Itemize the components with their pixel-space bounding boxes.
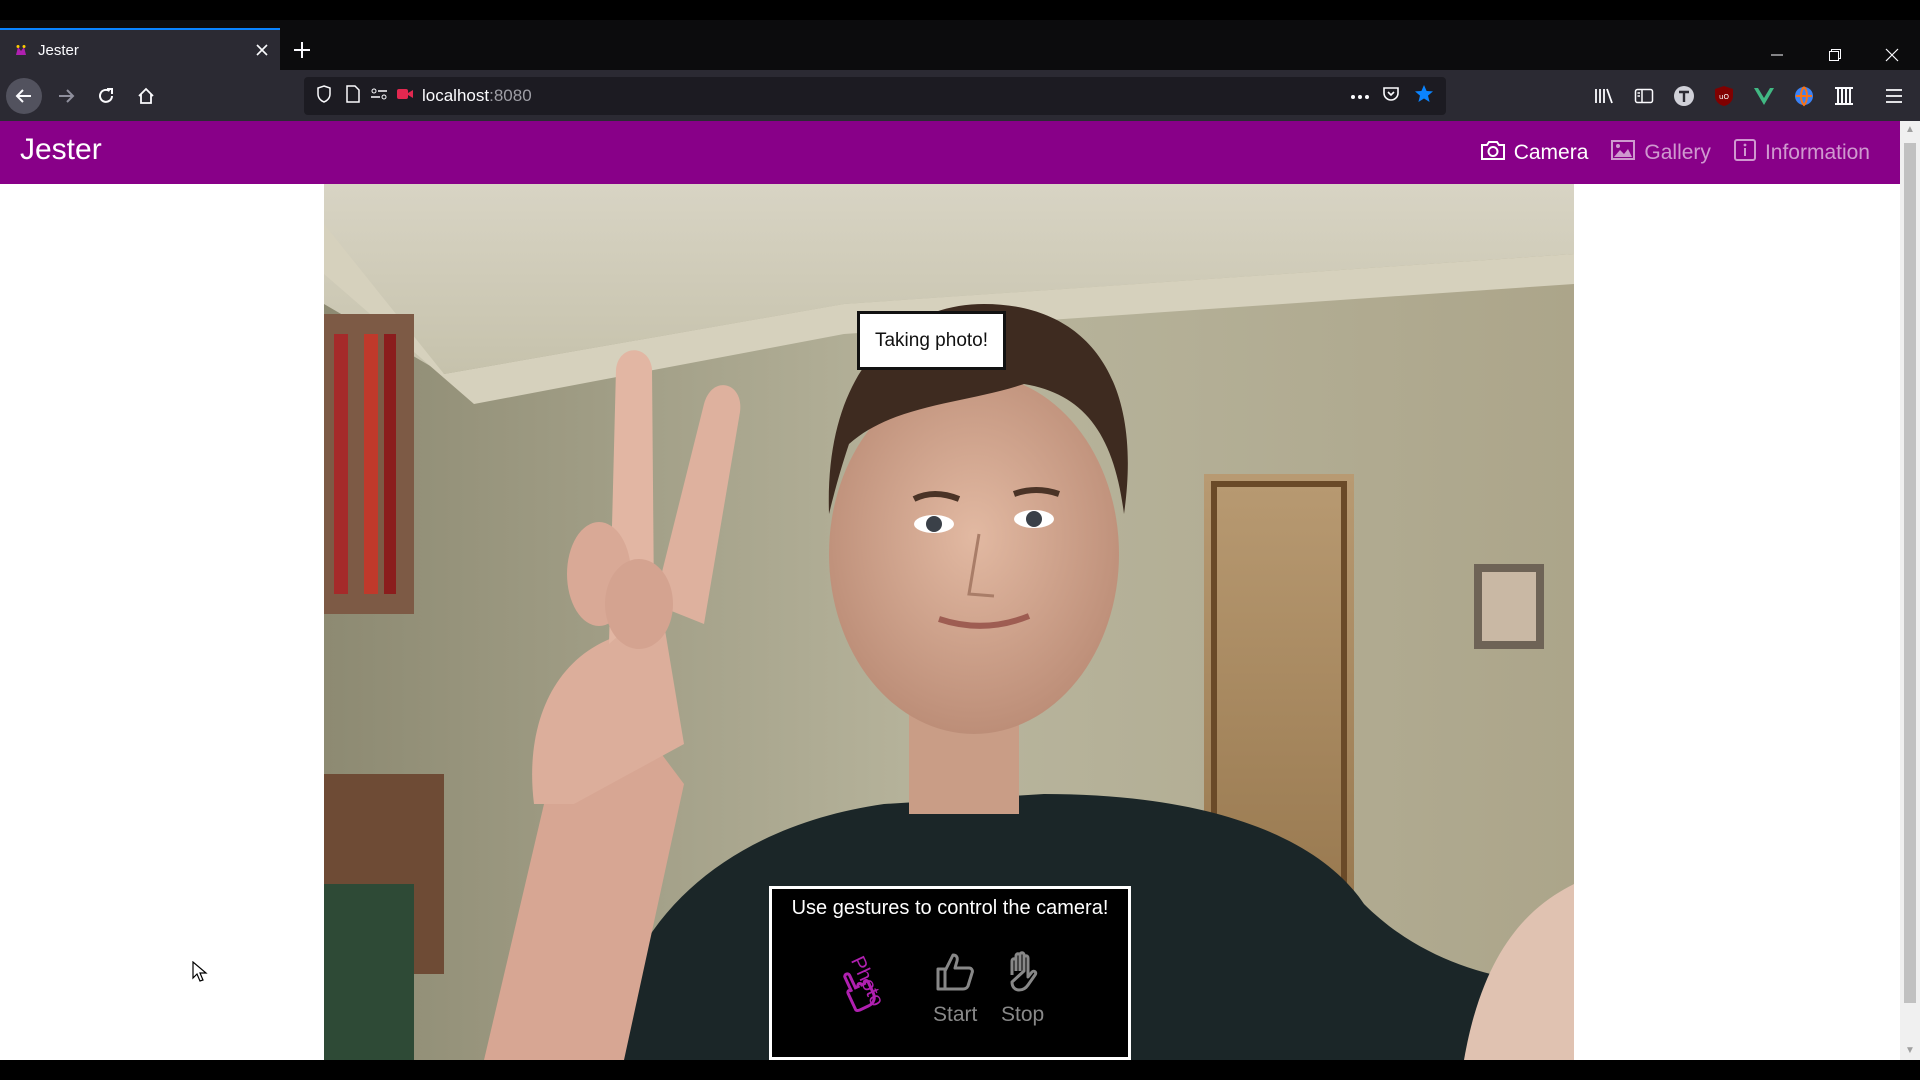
mouse-cursor-icon bbox=[192, 960, 208, 988]
gesture-stop: Stop bbox=[1001, 951, 1044, 1027]
close-tab-icon[interactable] bbox=[244, 32, 280, 68]
nav-information-label: Information bbox=[1764, 141, 1870, 164]
page-scrollbar[interactable]: ▲ ▼ bbox=[1900, 121, 1920, 1060]
scroll-thumb[interactable] bbox=[1904, 143, 1916, 1003]
gesture-panel-title: Use gestures to control the camera! bbox=[791, 897, 1109, 919]
permissions-icon[interactable] bbox=[370, 87, 388, 106]
tab-title: Jester bbox=[38, 41, 79, 59]
url-bar[interactable]: localhost:8080 bbox=[304, 77, 1446, 115]
close-window-icon[interactable] bbox=[1864, 40, 1920, 70]
svg-text:uO: uO bbox=[1719, 93, 1729, 101]
app-header: Jester Camera Gallery Information bbox=[0, 121, 1900, 184]
app-nav: Camera Gallery Information bbox=[1480, 138, 1870, 168]
shield-icon[interactable] bbox=[316, 84, 332, 108]
nav-camera[interactable]: Camera bbox=[1480, 138, 1589, 168]
jester-favicon-icon bbox=[14, 43, 28, 57]
library-icon[interactable] bbox=[1590, 82, 1618, 110]
nav-gallery[interactable]: Gallery bbox=[1610, 138, 1711, 168]
gesture-start: Start bbox=[933, 951, 977, 1027]
bookmark-star-icon[interactable] bbox=[1414, 84, 1434, 109]
pocket-icon[interactable] bbox=[1382, 85, 1400, 108]
forward-icon[interactable] bbox=[48, 78, 84, 114]
scroll-up-icon[interactable]: ▲ bbox=[1900, 121, 1920, 139]
url-text: localhost:8080 bbox=[422, 86, 532, 105]
browser-tab[interactable]: Jester bbox=[0, 28, 280, 70]
ublock-origin-icon[interactable]: uO bbox=[1710, 82, 1738, 110]
extension-grid-icon[interactable] bbox=[1830, 82, 1858, 110]
info-icon bbox=[1733, 138, 1757, 168]
screen: Jester localhost:8080 uO Jester Camera G… bbox=[0, 0, 1920, 1080]
nav-information[interactable]: Information bbox=[1733, 138, 1870, 168]
gesture-start-label: Start bbox=[933, 1003, 978, 1026]
web-page: Jester Camera Gallery Information Taking… bbox=[0, 121, 1900, 1060]
gesture-stop-label: Stop bbox=[1001, 1003, 1045, 1026]
camera-icon bbox=[1480, 139, 1506, 167]
extension-t-icon[interactable] bbox=[1670, 82, 1698, 110]
image-icon bbox=[1610, 139, 1636, 167]
nav-camera-label: Camera bbox=[1513, 141, 1589, 164]
back-icon[interactable] bbox=[6, 78, 42, 114]
app-brand[interactable]: Jester bbox=[20, 133, 102, 167]
sidebar-icon[interactable] bbox=[1630, 82, 1658, 110]
extension-globe-icon[interactable] bbox=[1790, 82, 1818, 110]
minimize-icon[interactable] bbox=[1749, 40, 1805, 70]
camera-sharing-icon[interactable] bbox=[396, 87, 414, 106]
nav-gallery-label: Gallery bbox=[1644, 141, 1711, 164]
gesture-panel: Use gestures to control the camera! Phot… bbox=[769, 886, 1131, 1060]
vue-devtools-icon[interactable] bbox=[1750, 82, 1778, 110]
browser-toolbar: localhost:8080 uO bbox=[0, 70, 1920, 121]
more-actions-icon[interactable] bbox=[1350, 87, 1370, 105]
thumbs-up-icon bbox=[934, 951, 976, 999]
reload-icon[interactable] bbox=[88, 78, 124, 114]
taking-photo-toast: Taking photo! bbox=[857, 311, 1006, 370]
menu-icon[interactable] bbox=[1880, 82, 1908, 110]
page-info-icon[interactable] bbox=[346, 84, 360, 108]
new-tab-button[interactable] bbox=[288, 38, 316, 66]
home-icon[interactable] bbox=[128, 78, 164, 114]
gesture-photo: Photo bbox=[834, 949, 914, 1019]
scroll-down-icon[interactable]: ▼ bbox=[1900, 1042, 1920, 1060]
raised-hand-icon bbox=[1002, 951, 1044, 999]
browser-tab-strip: Jester bbox=[0, 20, 1920, 70]
restore-icon[interactable] bbox=[1807, 40, 1863, 70]
